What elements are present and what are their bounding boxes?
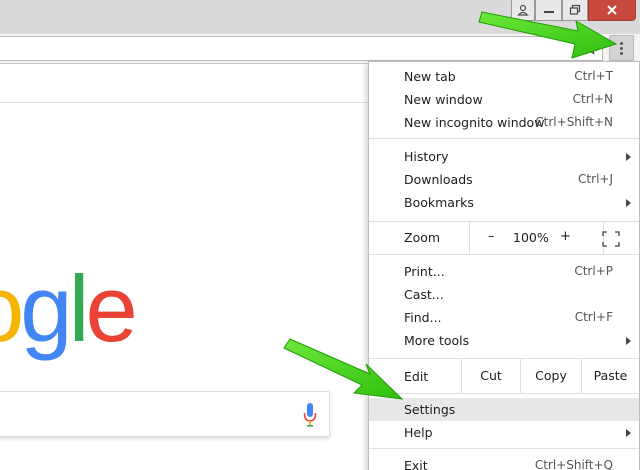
menu-item-new-incognito-window[interactable]: New incognito window Ctrl+Shift+N	[369, 111, 639, 134]
menu-item-label: Settings	[404, 402, 456, 417]
minimize-button[interactable]	[535, 0, 562, 21]
menu-item-new-tab[interactable]: New tab Ctrl+T	[369, 65, 639, 88]
minimize-icon	[543, 11, 554, 13]
three-dot-menu-icon	[620, 41, 623, 45]
menu-item-shortcut: Ctrl+Shift+N	[535, 115, 613, 129]
google-logo: ogle	[0, 262, 138, 356]
page-header-area	[0, 65, 368, 103]
zoom-label: Zoom	[404, 230, 441, 245]
menu-item-settings[interactable]: Settings	[369, 398, 639, 421]
menu-item-label: New window	[404, 92, 483, 107]
title-bar	[0, 0, 640, 34]
bookmark-star-icon	[583, 41, 597, 55]
menu-item-label: Downloads	[404, 172, 473, 187]
zoom-in-button[interactable]: +	[560, 229, 571, 244]
restore-icon	[569, 4, 581, 15]
logo-letter: o	[0, 256, 24, 361]
menu-item-label: More tools	[404, 333, 470, 348]
google-search-box[interactable]	[0, 391, 330, 437]
menu-item-label: Bookmarks	[404, 195, 474, 210]
fullscreen-icon[interactable]	[602, 231, 620, 247]
submenu-arrow-icon	[626, 429, 631, 437]
microphone-icon[interactable]	[302, 402, 318, 428]
edit-row: Edit Cut Copy Paste	[369, 359, 639, 393]
menu-item-shortcut: Ctrl+T	[574, 69, 613, 83]
zoom-controls: – 100% +	[469, 222, 604, 254]
menu-item-help[interactable]: Help	[369, 421, 639, 444]
logo-letter: g	[20, 256, 72, 361]
edit-label: Edit	[404, 369, 429, 384]
menu-item-downloads[interactable]: Downloads Ctrl+J	[369, 168, 639, 191]
menu-item-label: New incognito window	[404, 115, 545, 130]
menu-item-label: Exit	[404, 458, 428, 470]
logo-letter: l	[68, 256, 90, 361]
cut-button[interactable]: Cut	[461, 359, 520, 393]
profile-icon	[517, 4, 529, 16]
menu-item-label: Cast...	[404, 287, 444, 302]
menu-item-label: Help	[404, 425, 433, 440]
close-button[interactable]	[588, 0, 636, 21]
menu-item-exit[interactable]: Exit Ctrl+Shift+Q	[369, 454, 639, 470]
menu-item-find[interactable]: Find... Ctrl+F	[369, 306, 639, 329]
paste-button[interactable]: Paste	[581, 359, 639, 393]
menu-item-label: History	[404, 149, 449, 164]
chrome-menu: New tab Ctrl+T New window Ctrl+N New inc…	[368, 61, 640, 470]
chrome-menu-button[interactable]	[609, 35, 634, 61]
zoom-level: 100%	[513, 230, 549, 245]
menu-item-shortcut: Ctrl+J	[578, 172, 613, 186]
restore-button[interactable]	[562, 0, 588, 21]
submenu-arrow-icon	[626, 337, 631, 345]
address-bar[interactable]	[0, 36, 603, 61]
menu-separator	[369, 254, 639, 255]
menu-item-shortcut: Ctrl+Shift+Q	[534, 458, 613, 470]
close-icon	[607, 5, 617, 15]
bookmark-star-button[interactable]	[581, 39, 599, 57]
profile-button[interactable]	[511, 0, 535, 21]
menu-separator	[369, 393, 639, 394]
menu-item-label: Print...	[404, 264, 445, 279]
menu-item-history[interactable]: History	[369, 145, 639, 168]
menu-item-shortcut: Ctrl+F	[574, 310, 613, 324]
menu-item-more-tools[interactable]: More tools	[369, 329, 639, 352]
menu-item-label: New tab	[404, 69, 456, 84]
menu-item-shortcut: Ctrl+N	[572, 92, 613, 106]
logo-letter: e	[85, 256, 137, 361]
menu-item-cast[interactable]: Cast...	[369, 283, 639, 306]
menu-item-print[interactable]: Print... Ctrl+P	[369, 260, 639, 283]
submenu-arrow-icon	[626, 153, 631, 161]
copy-button[interactable]: Copy	[520, 359, 581, 393]
browser-toolbar	[0, 34, 640, 64]
menu-item-shortcut: Ctrl+P	[574, 264, 613, 278]
menu-item-label: Find...	[404, 310, 442, 325]
menu-item-bookmarks[interactable]: Bookmarks	[369, 191, 639, 214]
menu-separator	[369, 448, 639, 449]
zoom-out-button[interactable]: –	[488, 229, 495, 244]
menu-item-new-window[interactable]: New window Ctrl+N	[369, 88, 639, 111]
zoom-row: Zoom – 100% +	[369, 222, 639, 254]
submenu-arrow-icon	[626, 199, 631, 207]
menu-separator	[369, 138, 639, 139]
